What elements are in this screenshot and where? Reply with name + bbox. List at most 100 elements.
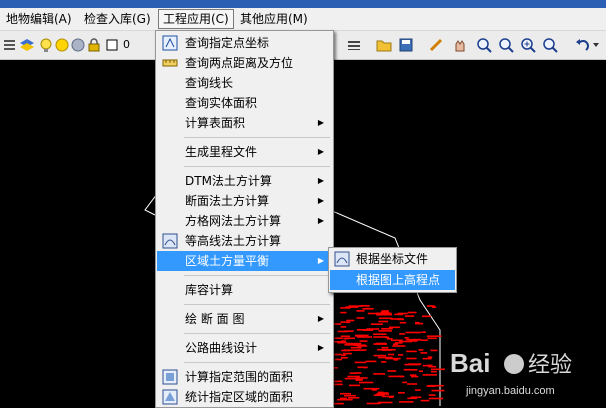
menu-separator xyxy=(184,362,330,363)
submenu-arrow-icon: ▶ xyxy=(317,147,324,156)
menuitem-road-curve-design[interactable]: 公路曲线设计 ▶ xyxy=(157,338,332,358)
bulb-icon[interactable] xyxy=(38,37,54,53)
elevation-point xyxy=(366,402,381,405)
menu-other-apps[interactable]: 其他应用(M) xyxy=(236,10,312,28)
elevation-point xyxy=(399,321,407,324)
elevation-point xyxy=(398,392,405,394)
menuitem-contour-earthwork[interactable]: 等高线法土方计算 xyxy=(157,231,332,251)
elevation-point xyxy=(363,387,380,390)
menuitem-query-entity-area[interactable]: 查询实体面积 xyxy=(157,93,332,113)
elevation-point xyxy=(391,339,403,342)
lock-icon[interactable] xyxy=(86,37,102,53)
menuitem-generate-mileage-file[interactable]: 生成里程文件 ▶ xyxy=(157,142,332,162)
elevation-point xyxy=(427,305,435,307)
zoom-in-icon[interactable] xyxy=(520,37,536,53)
elevation-point xyxy=(349,372,358,374)
elevation-point xyxy=(428,384,444,387)
watermark-url: jingyan.baidu.com xyxy=(465,385,555,397)
elevation-point xyxy=(357,336,373,338)
elevation-point xyxy=(407,311,417,314)
elevation-point xyxy=(420,352,428,354)
menu-check-import[interactable]: 检查入库(G) xyxy=(80,10,155,28)
menuitem-label: 方格网法土方计算 xyxy=(185,214,282,228)
menuitem-reservoir-capacity[interactable]: 库容计算 xyxy=(157,280,332,300)
elevation-point xyxy=(340,321,351,323)
elevation-point xyxy=(343,330,354,332)
menuitem-label: 查询线长 xyxy=(185,76,234,90)
open-folder-icon[interactable] xyxy=(376,37,392,53)
menuitem-stat-region-area[interactable]: 统计指定区域的面积 xyxy=(157,387,332,407)
elevation-point xyxy=(411,339,421,341)
menu-feature-edit[interactable]: 地物编辑(A) xyxy=(2,10,76,28)
menuitem-query-distance-bearing[interactable]: 查询两点距离及方位 xyxy=(157,53,332,73)
list-icon[interactable] xyxy=(346,37,362,53)
elevation-point xyxy=(406,350,417,353)
elevation-point xyxy=(399,401,414,403)
menuitem-query-line-length[interactable]: 查询线长 xyxy=(157,73,332,93)
zoom-window-icon[interactable] xyxy=(498,37,514,53)
elevation-point xyxy=(376,312,392,315)
elevation-point xyxy=(356,317,365,319)
menu-bar: 地物编辑(A) 检查入库(G) 工程应用(C) 其他应用(M) xyxy=(0,8,606,31)
elevation-point xyxy=(388,353,395,356)
area-balance-submenu: 根据坐标文件 根据图上高程点 xyxy=(328,247,457,293)
elevation-point xyxy=(340,326,347,328)
elevation-point xyxy=(415,322,424,325)
elevation-point xyxy=(394,313,404,316)
elevation-point xyxy=(345,306,359,308)
elevation-point xyxy=(418,370,423,372)
menuitem-dtm-earthwork[interactable]: DTM法土方计算 ▶ xyxy=(157,171,332,191)
menu-separator xyxy=(184,166,330,167)
zoom-previous-icon[interactable] xyxy=(542,37,558,53)
elevation-point xyxy=(422,357,432,360)
elevation-point xyxy=(341,349,350,352)
dropdown-arrow-icon[interactable] xyxy=(590,37,606,53)
elevation-point xyxy=(373,336,388,338)
menuitem-area-earthwork-balance[interactable]: 区域土方量平衡 ▶ xyxy=(157,251,332,271)
submenu-arrow-icon: ▶ xyxy=(317,216,324,225)
elevation-point xyxy=(339,392,351,395)
layer-tool-icon[interactable] xyxy=(2,37,18,53)
ruler-icon xyxy=(162,59,178,67)
elevation-point xyxy=(373,333,387,335)
elevation-point xyxy=(373,394,385,396)
elevation-point xyxy=(411,375,419,378)
pan-hand-icon[interactable] xyxy=(452,37,468,53)
elevation-point xyxy=(430,349,438,352)
elevation-point xyxy=(381,361,387,363)
elevation-point xyxy=(426,364,433,367)
elevation-point xyxy=(420,399,430,402)
undo-icon[interactable] xyxy=(574,37,590,53)
elevation-point xyxy=(350,346,362,349)
menuitem-label: 生成里程文件 xyxy=(185,145,258,159)
menuitem-section-earthwork[interactable]: 断面法土方计算 ▶ xyxy=(157,191,332,211)
menuitem-draw-section[interactable]: 绘 断 面 图 ▶ xyxy=(157,309,332,329)
menuitem-label: 查询实体面积 xyxy=(185,96,258,110)
elevation-point xyxy=(428,397,444,400)
freeze-icon[interactable] xyxy=(70,37,86,53)
elevation-point xyxy=(378,320,389,323)
color-swatch-icon[interactable] xyxy=(104,37,120,53)
menuitem-query-point-coordinate[interactable]: 查询指定点坐标 xyxy=(157,33,332,53)
zoom-realtime-icon[interactable] xyxy=(476,37,492,53)
watermark-brand: Bai xyxy=(450,348,490,378)
layers-icon[interactable] xyxy=(19,37,35,53)
menuitem-calc-range-area[interactable]: 计算指定范围的面积 xyxy=(157,367,332,387)
menu-engineering-apps[interactable]: 工程应用(C) xyxy=(158,9,234,29)
menuitem-calc-surface-area[interactable]: 计算表面积 ▶ xyxy=(157,113,332,133)
menuitem-grid-earthwork[interactable]: 方格网法土方计算 ▶ xyxy=(157,211,332,231)
sun-icon[interactable] xyxy=(54,37,70,53)
elevation-point xyxy=(334,337,343,339)
pencil-icon[interactable] xyxy=(428,37,444,53)
current-layer-value[interactable]: 0 xyxy=(123,38,130,51)
menuitem-by-coordinate-file[interactable]: 根据坐标文件 xyxy=(330,249,455,269)
elevation-point xyxy=(346,342,362,345)
elevation-point xyxy=(404,337,409,339)
coordinate-file-icon xyxy=(334,251,350,267)
elevation-point xyxy=(344,394,356,397)
save-icon[interactable] xyxy=(398,37,414,53)
menu-separator xyxy=(184,275,330,276)
menuitem-by-elevation-points[interactable]: 根据图上高程点 xyxy=(330,270,455,290)
elevation-point xyxy=(415,389,421,391)
elevation-point xyxy=(389,396,394,398)
